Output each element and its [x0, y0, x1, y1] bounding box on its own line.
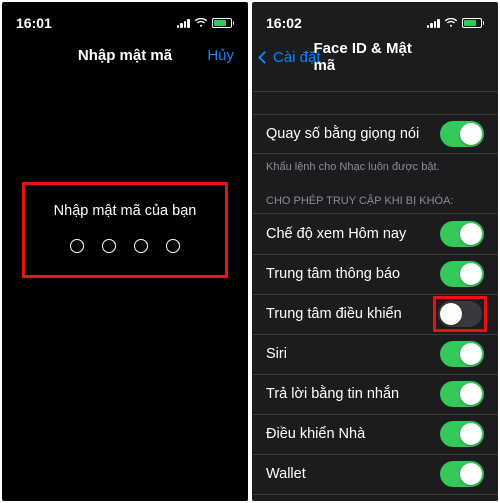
- nav-title: Face ID & Mật mã: [314, 40, 437, 74]
- back-button[interactable]: Cài đặt: [260, 49, 321, 66]
- voice-dial-row[interactable]: Quay số bằng giọng nói: [252, 114, 498, 154]
- passcode-dot: [102, 239, 116, 253]
- settings-scroll[interactable]: Quay số bằng giọng nói Khẩu lệnh cho Nhạ…: [252, 76, 498, 501]
- cellular-icon: [177, 18, 190, 28]
- wifi-icon: [444, 18, 458, 28]
- passcode-entry-highlight: Nhập mật mã của bạn: [22, 182, 228, 278]
- cell-label: Trung tâm điều khiển: [266, 306, 402, 322]
- row-toggle[interactable]: [440, 221, 484, 247]
- passcode-dots[interactable]: [37, 239, 213, 253]
- passcode-header: Nhập mật mã Hủy: [2, 38, 248, 72]
- passcode-prompt: Nhập mật mã của bạn: [37, 203, 213, 219]
- cell-label: Trả lời bằng tin nhắn: [266, 386, 399, 402]
- settings-row[interactable]: Điều khiển Nhà: [252, 414, 498, 454]
- settings-row[interactable]: Trung tâm điều khiển: [252, 294, 498, 334]
- cancel-button[interactable]: Hủy: [207, 47, 234, 64]
- passcode-dot: [134, 239, 148, 253]
- nav-bar: Cài đặt Face ID & Mật mã: [252, 38, 498, 76]
- status-bar: 16:02: [252, 2, 498, 38]
- row-toggle[interactable]: [440, 461, 484, 487]
- wifi-icon: [194, 18, 208, 28]
- row-toggle[interactable]: [440, 421, 484, 447]
- settings-row[interactable]: Siri: [252, 334, 498, 374]
- status-indicators: [177, 18, 235, 28]
- row-toggle[interactable]: [440, 381, 484, 407]
- status-indicators: [427, 18, 485, 28]
- partial-row: [252, 76, 498, 92]
- cell-label: Trung tâm thông báo: [266, 266, 400, 282]
- settings-faceid-screen: 16:02 Cài đặt Face ID & Mật mã Quay số b…: [252, 2, 498, 501]
- passcode-dot: [166, 239, 180, 253]
- cell-label: Chế độ xem Hôm nay: [266, 226, 406, 242]
- status-time: 16:02: [266, 15, 302, 31]
- cell-label: Quay số bằng giọng nói: [266, 126, 419, 142]
- cellular-icon: [427, 18, 440, 28]
- passcode-screen: 16:01 Nhập mật mã Hủy Nhập mật mã của bạ…: [2, 2, 248, 501]
- settings-row[interactable]: Wallet: [252, 454, 498, 494]
- settings-row[interactable]: Chế độ xem Hôm nay: [252, 214, 498, 254]
- battery-icon: [462, 18, 485, 28]
- row-toggle[interactable]: [440, 341, 484, 367]
- highlight-box: [433, 296, 487, 332]
- passcode-title: Nhập mật mã: [78, 47, 172, 64]
- status-bar: 16:01: [2, 2, 248, 38]
- cell-label: Siri: [266, 346, 287, 362]
- battery-icon: [212, 18, 235, 28]
- settings-row[interactable]: Trung tâm thông báo: [252, 254, 498, 294]
- row-toggle[interactable]: [438, 301, 482, 327]
- settings-row[interactable]: Trả lời bằng tin nhắn: [252, 374, 498, 414]
- cell-label: Wallet: [266, 466, 306, 482]
- row-toggle[interactable]: [440, 261, 484, 287]
- passcode-dot: [70, 239, 84, 253]
- voice-dial-footer: Khẩu lệnh cho Nhạc luôn được bật.: [252, 154, 498, 175]
- status-time: 16:01: [16, 15, 52, 31]
- chevron-left-icon: [258, 51, 271, 64]
- settings-row[interactable]: Gọi lại cuộc gọi nhỡ: [252, 494, 498, 501]
- lock-access-header: CHO PHÉP TRUY CẬP KHI BỊ KHÓA:: [252, 175, 498, 213]
- voice-dial-toggle[interactable]: [440, 121, 484, 147]
- cell-label: Điều khiển Nhà: [266, 426, 365, 442]
